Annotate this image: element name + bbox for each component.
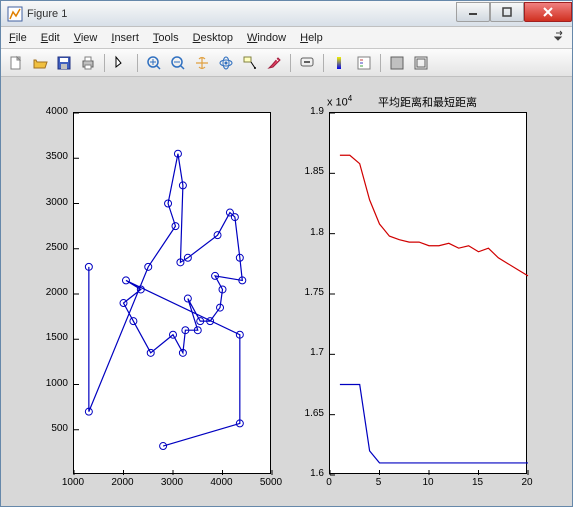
open-icon[interactable] <box>29 52 51 74</box>
y-tick-label: 1.7 <box>294 347 324 358</box>
menu-file[interactable]: File <box>9 32 27 44</box>
x-tick-label: 15 <box>463 477 493 488</box>
y-tick-label: 500 <box>38 423 68 434</box>
window-controls <box>456 1 572 26</box>
x-tick-label: 5000 <box>256 477 286 488</box>
colorbar-icon[interactable] <box>329 52 351 74</box>
maximize-button[interactable] <box>490 2 524 22</box>
toolbar-separator <box>104 54 105 72</box>
rotate-icon[interactable] <box>215 52 237 74</box>
edit-plot-icon[interactable] <box>110 52 132 74</box>
pan-icon[interactable] <box>191 52 213 74</box>
toolbar-separator <box>137 54 138 72</box>
menubar: File Edit View Insert Tools Desktop Wind… <box>1 27 572 49</box>
save-icon[interactable] <box>53 52 75 74</box>
hide-tools-icon[interactable] <box>386 52 408 74</box>
menu-window[interactable]: Window <box>247 32 286 44</box>
titlebar: Figure 1 <box>1 1 572 27</box>
x-tick-label: 20 <box>512 477 542 488</box>
window-title: Figure 1 <box>27 8 456 20</box>
y-tick-label: 1500 <box>38 332 68 343</box>
y-tick-label: 2000 <box>38 287 68 298</box>
x-tick-label: 4000 <box>207 477 237 488</box>
print-icon[interactable] <box>77 52 99 74</box>
figure-canvas[interactable]: 1000 2000 3000 4000 5000 500 1000 1500 2000 2500 3… <box>1 77 572 506</box>
chart-title: 平均距离和最短距离 <box>378 94 477 110</box>
toolbar-separator <box>380 54 381 72</box>
y-tick-label: 1.85 <box>294 166 324 177</box>
y-tick-label: 1.75 <box>294 287 324 298</box>
menu-edit[interactable]: Edit <box>41 32 60 44</box>
y-tick-label: 3500 <box>38 151 68 162</box>
x-tick-label: 5 <box>364 477 394 488</box>
minimize-button[interactable] <box>456 2 490 22</box>
menu-insert[interactable]: Insert <box>111 32 139 44</box>
dock-icon[interactable] <box>410 52 432 74</box>
zoom-in-icon[interactable] <box>143 52 165 74</box>
x-tick-label: 3000 <box>157 477 187 488</box>
zoom-out-icon[interactable] <box>167 52 189 74</box>
y-tick-label: 1000 <box>38 378 68 389</box>
y-tick-label: 1.9 <box>294 106 324 117</box>
link-icon[interactable] <box>296 52 318 74</box>
y-tick-label: 1.65 <box>294 408 324 419</box>
y-tick-label: 1.8 <box>294 227 324 238</box>
x-tick-label: 1000 <box>58 477 88 488</box>
x-tick-label: 2000 <box>108 477 138 488</box>
axes-left[interactable] <box>73 112 271 474</box>
axes-right[interactable] <box>329 112 527 474</box>
toolbar-separator <box>323 54 324 72</box>
y-tick-label: 1.6 <box>294 468 324 479</box>
y-tick-label: 2500 <box>38 242 68 253</box>
x-tick-label: 10 <box>413 477 443 488</box>
close-button[interactable] <box>524 2 572 22</box>
app-icon <box>7 6 23 22</box>
menu-overflow-icon[interactable] <box>554 30 566 45</box>
y-tick-label: 4000 <box>38 106 68 117</box>
y-tick-label: 3000 <box>38 197 68 208</box>
menu-view[interactable]: View <box>74 32 98 44</box>
new-figure-icon[interactable] <box>5 52 27 74</box>
figure-window: Figure 1 File Edit View Insert Tools Des… <box>0 0 573 507</box>
menu-desktop[interactable]: Desktop <box>193 32 233 44</box>
menu-tools[interactable]: Tools <box>153 32 179 44</box>
data-cursor-icon[interactable] <box>239 52 261 74</box>
toolbar-separator <box>290 54 291 72</box>
toolbar <box>1 49 572 77</box>
menu-help[interactable]: Help <box>300 32 323 44</box>
brush-icon[interactable] <box>263 52 285 74</box>
axis-exponent: x 104 <box>327 94 352 109</box>
legend-icon[interactable] <box>353 52 375 74</box>
